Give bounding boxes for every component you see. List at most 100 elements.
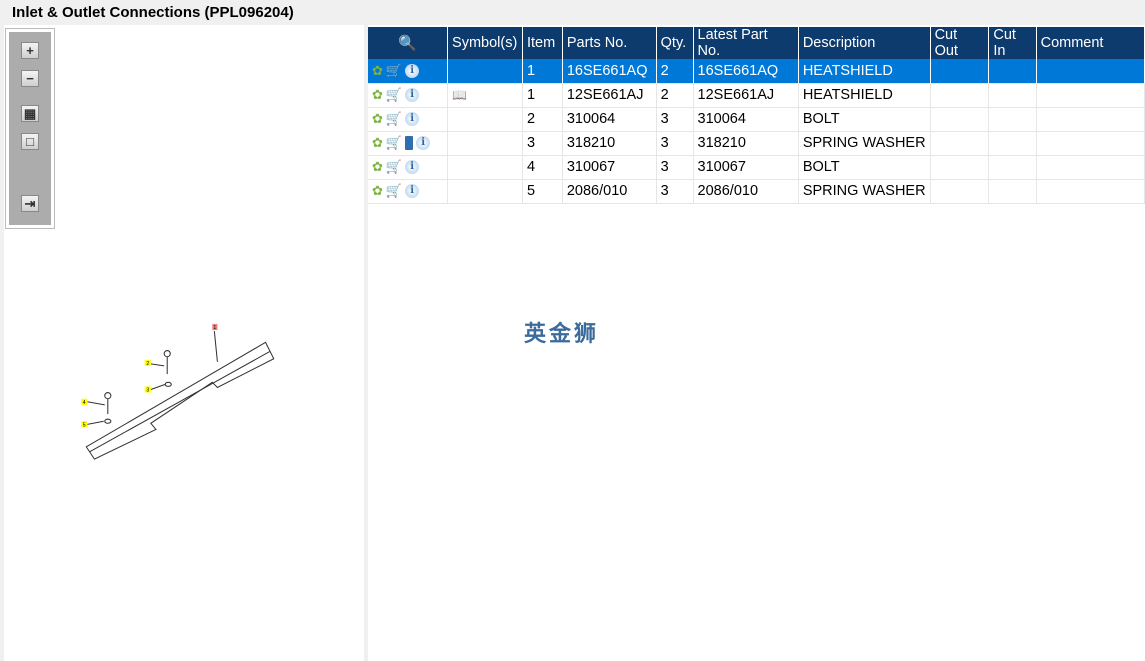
item-cell: 1 [522, 59, 563, 84]
cut-out-cell [930, 59, 990, 84]
qty-cell: 3 [656, 107, 694, 132]
latest-part-no-cell: 12SE661AJ [693, 83, 799, 108]
item-cell: 5 [522, 179, 563, 204]
callout-2[interactable]: 2 [146, 361, 149, 367]
callout-3[interactable]: 3 [146, 388, 149, 394]
fit-all-button[interactable]: ▦ [21, 105, 39, 122]
callout-5[interactable]: 5 [83, 422, 86, 428]
cut-in-cell [988, 59, 1037, 84]
cut-in-cell [988, 107, 1037, 132]
diagram-panel: 1 2 3 4 5 [4, 25, 364, 661]
comment-cell [1036, 59, 1145, 84]
header-cut-out[interactable]: Cut Out [930, 27, 990, 59]
cut-in-cell [988, 131, 1037, 156]
table-row[interactable]: ✿ 🛒 i 📖 1 12SE661AJ 2 12SE661AJ HEATSHIELD [368, 83, 1145, 108]
qty-cell: 2 [656, 59, 694, 84]
cart-icon[interactable]: 🛒 [386, 183, 402, 199]
header-comment[interactable]: Comment [1036, 27, 1145, 59]
table-row[interactable]: ✿ 🛒 i 4 310067 3 310067 BOLT [368, 155, 1145, 180]
info-icon[interactable]: i [405, 160, 420, 175]
parts-no-cell: 16SE661AQ [562, 59, 657, 84]
row-actions: ✿ 🛒 i [368, 107, 449, 132]
latest-part-no-cell: 310067 [693, 155, 799, 180]
symbol-cell [447, 155, 523, 180]
latest-part-no-cell: 310064 [693, 107, 799, 132]
parts-list-panel: 🔍 Symbol(s) Item Parts No. Qty. Latest P… [368, 25, 1145, 661]
cut-out-cell [930, 83, 990, 108]
table-row[interactable]: ✿ 🛒 i 1 16SE661AQ 2 16SE661AQ HEATSHIELD [368, 59, 1145, 84]
row-actions: ✿ 🛒 i [368, 83, 449, 108]
comment-cell [1036, 155, 1145, 180]
header-latest-part-no[interactable]: Latest Part No. [693, 27, 799, 59]
zoom-out-button[interactable]: − [21, 70, 39, 87]
cut-out-cell [930, 155, 990, 180]
row-actions: ✿ 🛒 i [368, 179, 449, 204]
parts-diagram[interactable]: 1 2 3 4 5 [74, 315, 284, 465]
header-search[interactable]: 🔍 [368, 27, 449, 59]
description-cell: SPRING WASHER [798, 179, 931, 204]
gear-icon[interactable]: ✿ [372, 183, 383, 199]
item-cell: 2 [522, 107, 563, 132]
comment-cell [1036, 83, 1145, 108]
description-cell: BOLT [798, 155, 931, 180]
zoom-in-button[interactable]: + [21, 42, 39, 59]
comment-cell [1036, 179, 1145, 204]
cart-icon[interactable]: 🛒 [386, 63, 402, 79]
fit-window-button[interactable]: □ [21, 133, 39, 150]
latest-part-no-cell: 318210 [693, 131, 799, 156]
cart-icon[interactable]: 🛒 [386, 111, 402, 127]
header-parts-no[interactable]: Parts No. [562, 27, 657, 59]
header-description[interactable]: Description [798, 27, 931, 59]
callout-1[interactable]: 1 [213, 325, 216, 331]
cut-out-cell [930, 107, 990, 132]
header-symbols[interactable]: Symbol(s) [447, 27, 523, 59]
header-cut-in[interactable]: Cut In [988, 27, 1037, 59]
table-row[interactable]: ✿ 🛒 i 2 310064 3 310064 BOLT [368, 107, 1145, 132]
export-button[interactable]: ⇥ [21, 195, 39, 212]
gear-icon[interactable]: ✿ [372, 135, 383, 151]
table-row[interactable]: ✿ 🛒 i 3 318210 3 318210 SPRING WASHER [368, 131, 1145, 156]
parts-no-cell: 2086/010 [562, 179, 657, 204]
parts-no-cell: 310064 [562, 107, 657, 132]
cut-out-cell [930, 131, 990, 156]
header-qty[interactable]: Qty. [656, 27, 694, 59]
cut-out-cell [930, 179, 990, 204]
info-icon[interactable]: i [405, 184, 420, 199]
cart-icon[interactable]: 🛒 [386, 87, 402, 103]
description-cell: BOLT [798, 107, 931, 132]
gear-icon[interactable]: ✿ [372, 87, 383, 103]
gear-icon[interactable]: ✿ [372, 111, 383, 127]
gear-icon[interactable]: ✿ [372, 63, 383, 79]
search-icon[interactable]: 🔍 [398, 35, 417, 52]
description-cell: HEATSHIELD [798, 83, 931, 108]
symbol-cell [447, 131, 523, 156]
cart-icon[interactable]: 🛒 [386, 159, 402, 175]
item-cell: 4 [522, 155, 563, 180]
gear-icon[interactable]: ✿ [372, 159, 383, 175]
parts-no-cell: 12SE661AJ [562, 83, 657, 108]
row-actions: ✿ 🛒 i [368, 59, 449, 84]
description-cell: HEATSHIELD [798, 59, 931, 84]
table-row[interactable]: ✿ 🛒 i 5 2086/010 3 2086/010 SPRING WASHER [368, 179, 1145, 204]
parts-no-cell: 310067 [562, 155, 657, 180]
book-icon[interactable] [405, 136, 414, 151]
magnifier-book-icon[interactable]: 📖 [452, 88, 467, 102]
header-item[interactable]: Item [522, 27, 563, 59]
latest-part-no-cell: 2086/010 [693, 179, 799, 204]
parts-no-cell: 318210 [562, 131, 657, 156]
comment-cell [1036, 107, 1145, 132]
watermark: 英金狮 [524, 321, 600, 346]
row-actions: ✿ 🛒 i [368, 155, 449, 180]
info-icon[interactable]: i [405, 88, 420, 103]
info-icon[interactable]: i [416, 136, 431, 151]
row-actions: ✿ 🛒 i [368, 131, 449, 156]
comment-cell [1036, 131, 1145, 156]
info-icon[interactable]: i [405, 63, 420, 78]
callout-4[interactable]: 4 [83, 400, 86, 406]
diagram-toolbar: + − ▦ □ ⇥ [5, 28, 55, 229]
cart-icon[interactable]: 🛒 [386, 135, 402, 151]
item-cell: 3 [522, 131, 563, 156]
info-icon[interactable]: i [405, 112, 420, 127]
cut-in-cell [988, 179, 1037, 204]
description-cell: SPRING WASHER [798, 131, 931, 156]
